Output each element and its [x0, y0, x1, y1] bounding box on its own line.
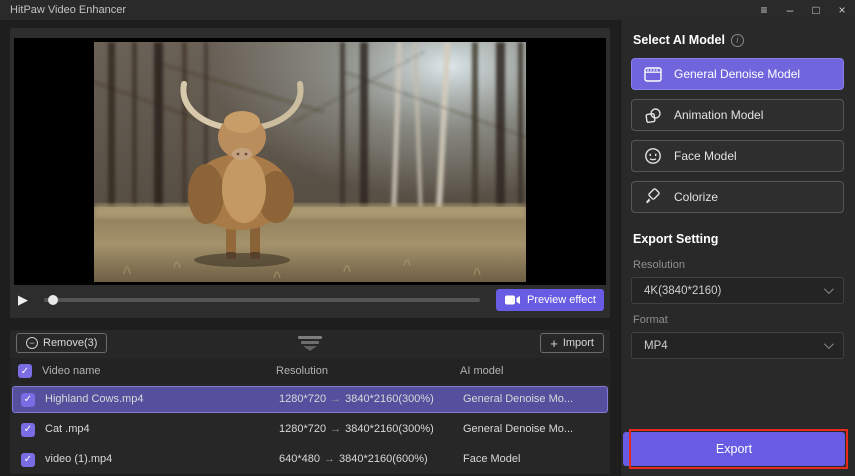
import-button[interactable]: + Import	[540, 333, 604, 353]
sidebar: Select AI Model i General Denoise Model …	[620, 20, 855, 476]
model-button-colorize[interactable]: Colorize	[631, 181, 844, 213]
model-button-face[interactable]: Face Model	[631, 140, 844, 172]
model-label: Face Model	[674, 149, 737, 163]
video-ai-model: Face Model	[463, 447, 520, 472]
model-label: Animation Model	[674, 108, 763, 122]
video-ai-model: General Denoise Mo...	[463, 417, 573, 442]
row-checkbox[interactable]: ✓	[21, 423, 35, 437]
select-ai-model-title: Select AI Model i	[633, 33, 744, 47]
menu-icon[interactable]: ≡	[751, 0, 777, 20]
window-title: HitPaw Video Enhancer	[0, 4, 126, 16]
overlapping-shapes-icon	[644, 107, 662, 124]
model-button-general-denoise[interactable]: General Denoise Model	[631, 58, 844, 90]
video-resolution: 640*480→3840*2160(600%)	[279, 447, 428, 472]
preview-effect-button[interactable]: Preview effect	[496, 289, 604, 311]
play-button[interactable]: ▶	[18, 292, 40, 308]
video-list-panel: − Remove(3) + Import ✓ Video name Resolu…	[10, 330, 610, 474]
video-name: Cat .mp4	[45, 417, 90, 442]
list-toolbar: − Remove(3) + Import	[10, 330, 610, 356]
remove-label: Remove(3)	[43, 337, 97, 349]
model-label: General Denoise Model	[674, 67, 800, 81]
format-dropdown[interactable]: MP4	[631, 332, 844, 359]
handle-bar	[301, 341, 319, 344]
format-label: Format	[633, 314, 668, 326]
model-label: Colorize	[674, 190, 718, 204]
column-header-resolution: Resolution	[276, 358, 328, 384]
import-label: Import	[563, 337, 594, 349]
window-controls: ≡ – □ ×	[751, 0, 855, 20]
plus-icon: +	[550, 336, 558, 351]
table-row[interactable]: ✓ Highland Cows.mp4 1280*720→3840*2160(3…	[12, 386, 608, 413]
arrow-icon: →	[326, 393, 345, 405]
face-icon	[644, 147, 662, 165]
row-checkbox[interactable]: ✓	[21, 453, 35, 467]
row-checkbox[interactable]: ✓	[21, 393, 35, 407]
select-all-checkbox[interactable]: ✓	[18, 364, 32, 378]
video-name: Highland Cows.mp4	[45, 387, 143, 412]
seek-slider[interactable]	[44, 298, 480, 302]
remove-button[interactable]: − Remove(3)	[16, 333, 107, 353]
arrow-icon: →	[326, 423, 345, 435]
table-row[interactable]: ✓ Cat .mp4 1280*720→3840*2160(300%) Gene…	[12, 416, 608, 443]
chevron-down-icon	[303, 346, 317, 351]
chevron-down-icon	[824, 284, 834, 294]
table-row[interactable]: ✓ video (1).mp4 640*480→3840*2160(600%) …	[12, 446, 608, 473]
video-resolution: 1280*720→3840*2160(300%)	[279, 387, 434, 412]
seek-thumb[interactable]	[48, 295, 58, 305]
panel-collapse-handle[interactable]	[298, 336, 322, 351]
preview-effect-label: Preview effect	[527, 294, 596, 306]
minimize-icon[interactable]: –	[777, 0, 803, 20]
resolution-dropdown[interactable]: 4K(3840*2160)	[631, 277, 844, 304]
resolution-label: Resolution	[633, 259, 685, 271]
export-button[interactable]: Export	[623, 432, 845, 466]
video-camera-icon	[504, 293, 521, 307]
video-name: video (1).mp4	[45, 447, 112, 472]
playback-controls: ▶ Preview effect	[18, 289, 604, 311]
film-frame-icon	[644, 66, 662, 83]
preview-panel: ▶ Preview effect	[10, 28, 610, 318]
resolution-value: 4K(3840*2160)	[644, 285, 721, 297]
paint-brush-icon	[644, 188, 662, 206]
video-ai-model: General Denoise Mo...	[463, 387, 573, 412]
export-setting-title: Export Setting	[633, 232, 718, 246]
maximize-icon[interactable]: □	[803, 0, 829, 20]
model-button-animation[interactable]: Animation Model	[631, 99, 844, 131]
titlebar: HitPaw Video Enhancer ≡ – □ ×	[0, 0, 855, 20]
video-viewport	[14, 38, 606, 285]
chevron-down-icon	[824, 339, 834, 349]
video-resolution: 1280*720→3840*2160(300%)	[279, 417, 434, 442]
arrow-icon: →	[320, 453, 339, 465]
format-value: MP4	[644, 340, 668, 352]
handle-bar	[298, 336, 322, 339]
minus-circle-icon: −	[26, 337, 38, 349]
info-icon[interactable]: i	[731, 34, 744, 47]
app-window: HitPaw Video Enhancer ≡ – □ ×	[0, 0, 855, 476]
column-header-ai-model: AI model	[460, 358, 503, 384]
select-ai-model-label: Select AI Model	[633, 33, 725, 47]
table-header: ✓ Video name Resolution AI model	[10, 358, 610, 384]
video-frame-highland-cow	[94, 42, 526, 282]
column-header-video-name: Video name	[42, 358, 101, 384]
close-icon[interactable]: ×	[829, 0, 855, 20]
export-button-wrap: Export	[623, 432, 845, 466]
